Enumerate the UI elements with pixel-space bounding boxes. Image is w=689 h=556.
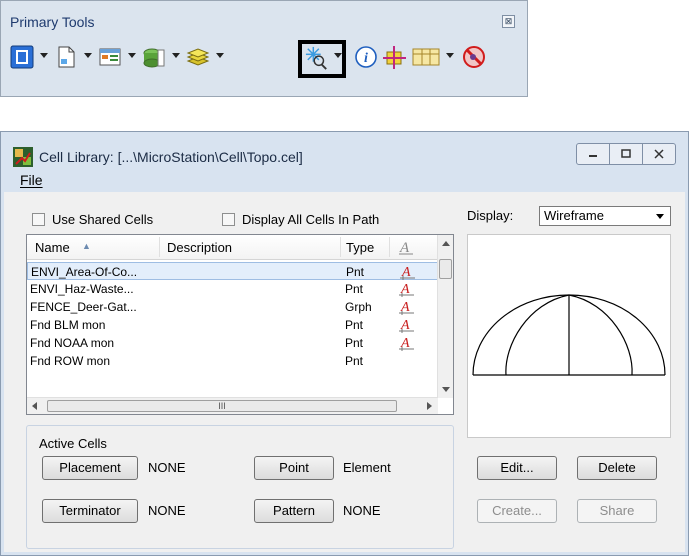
scroll-down-icon[interactable] <box>442 387 450 392</box>
cell-library-app-icon <box>13 147 33 167</box>
chevron-down-icon[interactable] <box>334 53 342 58</box>
terminator-value: NONE <box>148 503 186 518</box>
cell-library-icon[interactable] <box>97 44 123 70</box>
cell-type: Pnt <box>345 354 364 368</box>
table-row[interactable]: Fnd BLM mon Pnt A <box>27 316 438 334</box>
minimize-icon[interactable] <box>576 143 610 165</box>
cell-type: Pnt <box>345 318 364 332</box>
table-row[interactable]: ENVI_Area-Of-Co... Pnt A <box>27 262 438 280</box>
pattern-button[interactable]: Pattern <box>254 499 334 523</box>
cell-type: Grph <box>345 300 372 314</box>
list-header: Name ▲ Description Type A <box>27 235 438 260</box>
active-cells-label: Active Cells <box>37 436 109 451</box>
edit-button[interactable]: Edit... <box>477 456 557 480</box>
chevron-down-icon[interactable] <box>446 53 454 58</box>
checkbox-box[interactable] <box>222 213 235 226</box>
table-row[interactable]: Fnd ROW mon Pnt <box>27 352 438 370</box>
document-icon[interactable] <box>53 44 79 70</box>
cell-name: Fnd BLM mon <box>30 318 106 332</box>
window-title: Cell Library: [...\MicroStation\Cell\Top… <box>39 149 303 165</box>
workflow-icon[interactable] <box>9 44 35 70</box>
cell-type: Pnt <box>346 265 365 279</box>
display-all-cells-checkbox[interactable]: Display All Cells In Path <box>222 212 379 227</box>
cell-type-icon: A <box>399 282 414 297</box>
cell-name: ENVI_Haz-Waste... <box>30 282 134 296</box>
table-row[interactable]: Fnd NOAA mon Pnt A <box>27 334 438 352</box>
scroll-thumb[interactable]: III <box>47 400 397 412</box>
terminator-button[interactable]: Terminator <box>42 499 138 523</box>
checkbox-box[interactable] <box>32 213 45 226</box>
accudraw-icon[interactable] <box>381 44 407 70</box>
sort-ascending-icon: ▲ <box>82 241 91 251</box>
cell-name: Fnd ROW mon <box>30 354 111 368</box>
point-button[interactable]: Point <box>254 456 334 480</box>
display-label: Display: <box>467 208 514 223</box>
wireframe-dome-preview <box>472 294 666 376</box>
point-value: Element <box>343 460 391 475</box>
table-row[interactable]: FENCE_Deer-Gat... Grph A <box>27 298 438 316</box>
cell-selector-icon[interactable] <box>305 46 329 70</box>
vertical-scrollbar[interactable] <box>437 235 453 398</box>
menu-bar: File <box>20 172 43 188</box>
display-dropdown-value: Wireframe <box>544 208 604 223</box>
cell-type-icon: A <box>399 300 414 315</box>
cell-name: Fnd NOAA mon <box>30 336 115 350</box>
column-header-type[interactable]: Type <box>346 240 374 255</box>
menu-file[interactable]: File <box>20 172 43 188</box>
placement-button[interactable]: Placement <box>42 456 138 480</box>
delete-button[interactable]: Delete <box>577 456 657 480</box>
cell-preview <box>467 234 671 438</box>
layers-icon[interactable] <box>185 44 211 70</box>
column-header-name[interactable]: Name <box>35 240 70 255</box>
pattern-value: NONE <box>343 503 381 518</box>
cell-type-icon: A <box>399 318 414 333</box>
close-icon[interactable] <box>642 143 676 165</box>
cell-name: FENCE_Deer-Gat... <box>30 300 137 314</box>
scroll-left-icon[interactable] <box>32 402 37 410</box>
cell-type-icon: A <box>400 265 415 280</box>
table-row[interactable]: ENVI_Haz-Waste... Pnt A <box>27 280 438 298</box>
close-icon[interactable]: ⊠ <box>502 15 515 28</box>
cell-type: Pnt <box>345 282 364 296</box>
create-button[interactable]: Create... <box>477 499 557 523</box>
display-all-cells-label: Display All Cells In Path <box>242 212 380 227</box>
cell-type-header-icon: A <box>399 240 413 256</box>
column-header-description[interactable]: Description <box>167 240 232 255</box>
chevron-down-icon[interactable] <box>172 53 180 58</box>
window-controls <box>576 143 676 165</box>
svg-text:i: i <box>364 51 368 66</box>
cell-library-body: Use Shared Cells Display All Cells In Pa… <box>4 192 685 552</box>
primary-tools-toolbar: i <box>9 40 519 78</box>
horizontal-scrollbar[interactable]: III <box>27 397 438 414</box>
chevron-down-icon[interactable] <box>656 214 664 219</box>
cell-list[interactable]: Name ▲ Description Type A ENVI_Area-Of-C… <box>26 234 454 415</box>
level-manager-icon[interactable] <box>141 44 167 70</box>
chevron-down-icon[interactable] <box>40 53 48 58</box>
cell-name: ENVI_Area-Of-Co... <box>31 265 138 279</box>
chevron-down-icon[interactable] <box>216 53 224 58</box>
cell-type: Pnt <box>345 336 364 350</box>
primary-tools-title: Primary Tools <box>10 14 95 30</box>
scroll-up-icon[interactable] <box>442 241 450 246</box>
use-shared-cells-checkbox[interactable]: Use Shared Cells <box>32 212 153 227</box>
cell-rows: ENVI_Area-Of-Co... Pnt A ENVI_Haz-Waste... P… <box>27 262 438 370</box>
use-shared-cells-label: Use Shared Cells <box>52 212 154 227</box>
scroll-right-icon[interactable] <box>427 402 432 410</box>
cell-type-icon: A <box>399 336 414 351</box>
share-button[interactable]: Share <box>577 499 657 523</box>
scroll-thumb[interactable] <box>439 259 452 279</box>
view-table-icon[interactable] <box>411 44 441 70</box>
placement-value: NONE <box>148 460 186 475</box>
cell-library-window: Cell Library: [...\MicroStation\Cell\Top… <box>0 131 689 556</box>
maximize-icon[interactable] <box>609 143 643 165</box>
chevron-down-icon[interactable] <box>128 53 136 58</box>
display-dropdown[interactable]: Wireframe <box>539 206 671 226</box>
no-entry-icon[interactable] <box>461 44 487 70</box>
chevron-down-icon[interactable] <box>84 53 92 58</box>
primary-tools-window: Primary Tools ⊠ i <box>0 0 528 97</box>
info-icon[interactable]: i <box>353 44 379 70</box>
